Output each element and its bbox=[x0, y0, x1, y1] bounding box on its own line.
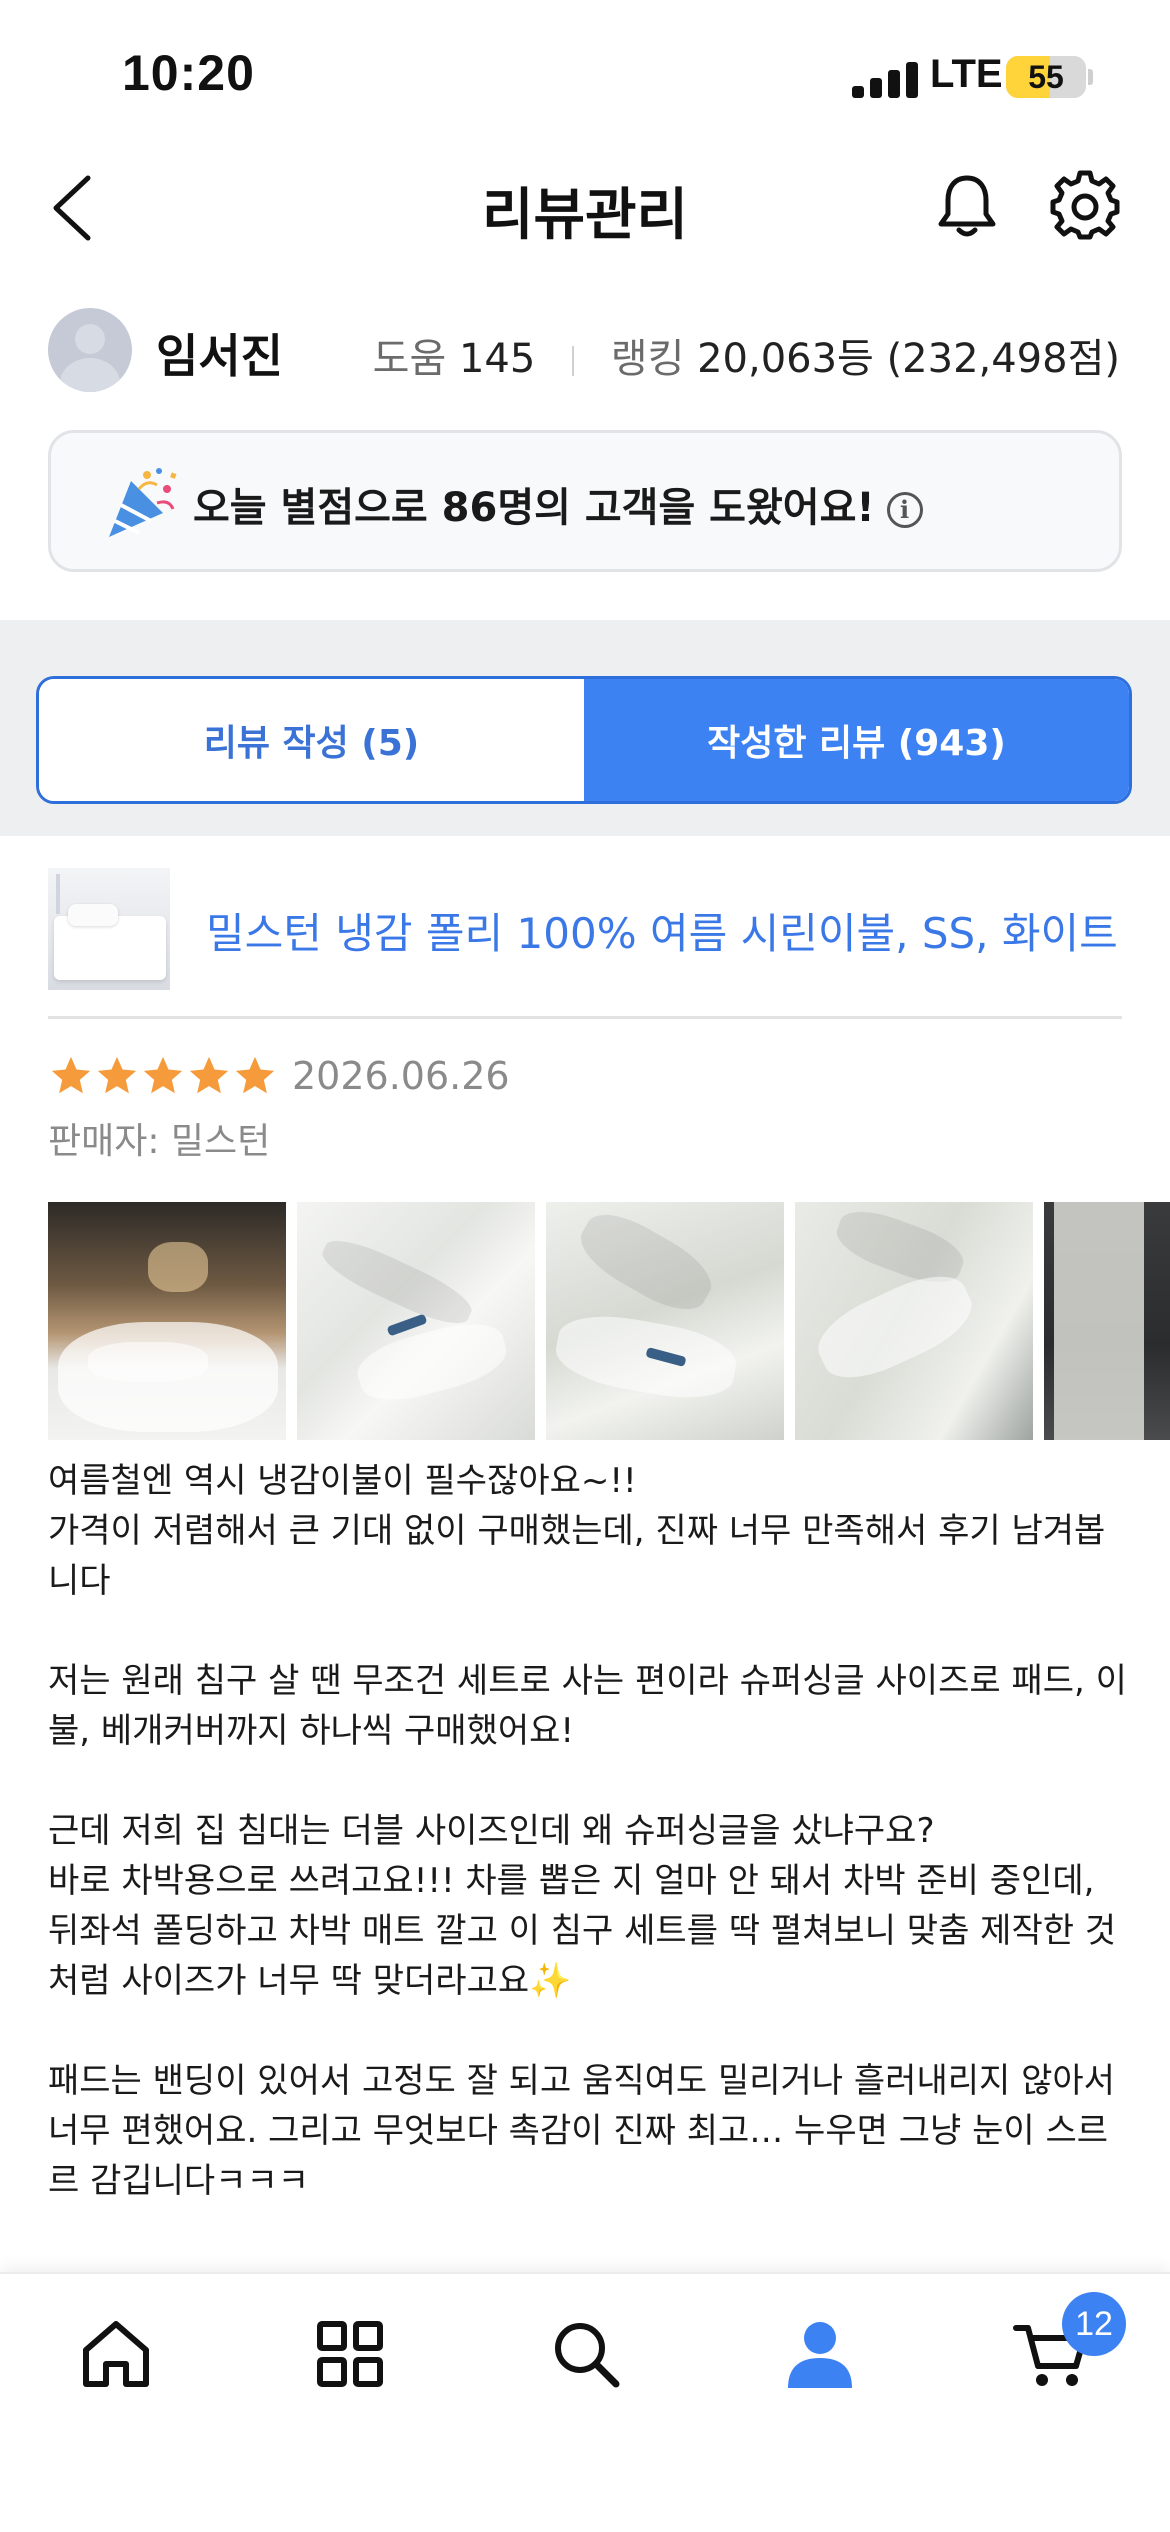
profile-name: 임서진 bbox=[156, 329, 283, 383]
mypage-icon[interactable] bbox=[780, 2314, 860, 2394]
review-photos bbox=[48, 1202, 1170, 1440]
home-icon[interactable] bbox=[76, 2314, 156, 2394]
review-rating: 2026.06.26 bbox=[48, 1048, 510, 1104]
review-paragraph: 저는 원래 침구 살 땐 무조건 세트로 사는 편이라 슈퍼싱글 사이즈로 패드… bbox=[48, 1661, 1127, 1751]
avatar[interactable] bbox=[48, 308, 132, 392]
review-paragraph: 여름철엔 역시 냉감이불이 필수잖아요~!! 가격이 저렴해서 큰 기대 없이 … bbox=[48, 1461, 1106, 1601]
stat-divider bbox=[572, 346, 575, 376]
star-rating bbox=[48, 1053, 278, 1099]
review-date: 2026.06.26 bbox=[292, 1054, 510, 1098]
notice-text: 오늘 별점으로 86명의 고객을 도왔어요! bbox=[193, 485, 875, 531]
tab-write-review[interactable]: 리뷰 작성 (5) bbox=[39, 679, 584, 801]
review-tabs: 리뷰 작성 (5) 작성한 리뷰 (943) bbox=[36, 676, 1132, 804]
review-photo[interactable] bbox=[1044, 1202, 1170, 1440]
star-icon bbox=[51, 1056, 91, 1094]
notice-text-row: 오늘 별점으로 86명의 고객을 도왔어요! i bbox=[193, 475, 923, 533]
signal-icon bbox=[852, 60, 918, 98]
product-thumbnail[interactable] bbox=[48, 868, 170, 990]
help-label: 도움 bbox=[372, 336, 447, 382]
party-popper-icon bbox=[101, 463, 181, 543]
star-icon bbox=[189, 1056, 229, 1094]
product-title[interactable]: 밀스턴 냉감 폴리 100% 여름 시린이불, SS, 화이트 bbox=[206, 900, 1118, 961]
seller-name: 판매자: 밀스턴 bbox=[48, 1121, 271, 1162]
ranking-value: 20,063등 (232,498점) bbox=[697, 336, 1120, 382]
cart-badge: 12 bbox=[1062, 2292, 1126, 2356]
review-photo[interactable] bbox=[795, 1202, 1034, 1440]
review-content: 여름철엔 역시 냉감이불이 필수잖아요~!! 가격이 저렴해서 큰 기대 없이 … bbox=[48, 1456, 1128, 2206]
star-icon bbox=[143, 1056, 183, 1094]
info-icon[interactable]: i bbox=[886, 492, 923, 528]
search-icon[interactable] bbox=[546, 2314, 626, 2394]
help-notice: 오늘 별점으로 86명의 고객을 도왔어요! i bbox=[48, 430, 1122, 572]
review-photo[interactable] bbox=[546, 1202, 785, 1440]
bell-icon[interactable] bbox=[932, 170, 1002, 240]
battery-cap bbox=[1088, 69, 1093, 85]
status-time: 10:20 bbox=[122, 45, 255, 101]
profile-stats: 도움 145 랭킹 20,063등 (232,498점) bbox=[373, 326, 1120, 384]
review-paragraph: 근데 저희 집 침대는 더블 사이즈인데 왜 슈퍼싱글을 샀냐구요? 바로 차박… bbox=[48, 1811, 1117, 2001]
ranking-label: 랭킹 bbox=[610, 336, 685, 382]
bottom-nav bbox=[0, 2272, 1170, 2532]
gear-icon[interactable] bbox=[1050, 170, 1120, 240]
star-icon bbox=[235, 1056, 275, 1094]
battery-level: 55 bbox=[1028, 59, 1064, 95]
product-row[interactable]: 밀스턴 냉감 폴리 100% 여름 시린이불, SS, 화이트 bbox=[0, 860, 1170, 1020]
status-bar: 10:20 LTE 55 bbox=[0, 0, 1170, 140]
tab-written-reviews[interactable]: 작성한 리뷰 (943) bbox=[584, 679, 1129, 801]
category-icon[interactable] bbox=[310, 2314, 390, 2394]
profile-row: 임서진 도움 145 랭킹 20,063등 (232,498점) bbox=[0, 300, 1170, 400]
review-photo[interactable] bbox=[297, 1202, 536, 1440]
app-header: 리뷰관리 bbox=[0, 150, 1170, 260]
battery-icon: 55 bbox=[1006, 56, 1086, 98]
help-value: 145 bbox=[458, 336, 536, 382]
review-photo[interactable] bbox=[48, 1202, 286, 1440]
network-type: LTE bbox=[930, 52, 1003, 96]
review-paragraph: 패드는 밴딩이 있어서 고정도 잘 되고 움직여도 밀리거나 흘러내리지 않아서… bbox=[48, 2061, 1115, 2201]
star-icon bbox=[97, 1056, 137, 1094]
divider bbox=[48, 1016, 1122, 1019]
